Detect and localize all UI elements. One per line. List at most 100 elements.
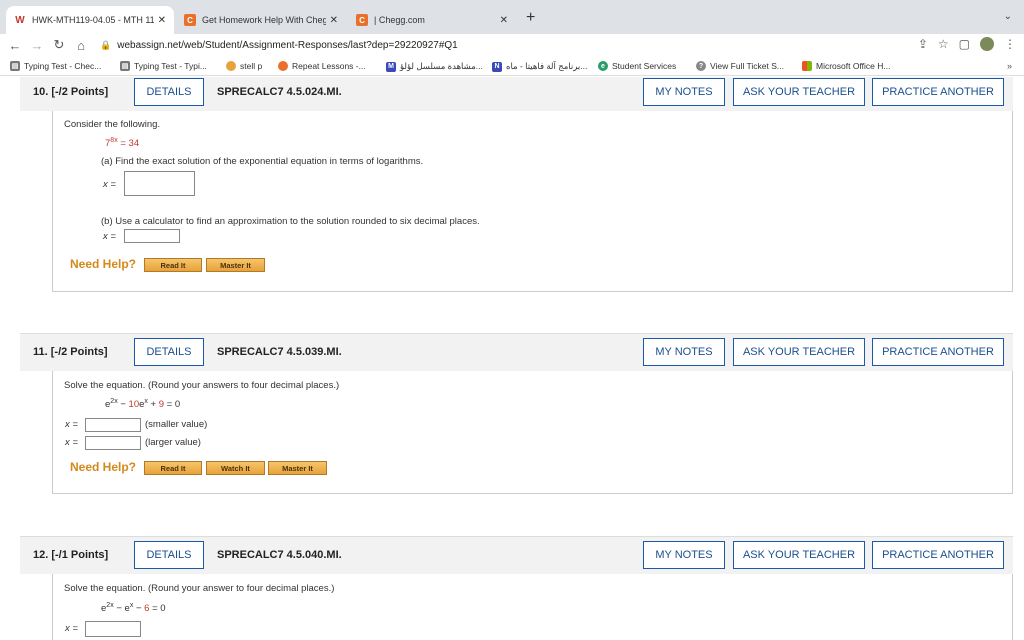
chegg-icon: C bbox=[184, 14, 196, 26]
question-number: 12. [-/1 Points] bbox=[33, 549, 109, 561]
student-services-icon: e bbox=[598, 61, 608, 71]
bookmark-item[interactable]: Repeat Lessons -... bbox=[278, 61, 366, 71]
question-intro: Solve the equation. (Round your answer t… bbox=[64, 583, 335, 594]
tab-strip: W HWK-MTH119-04.05 - MTH 11 ✕ C Get Home… bbox=[0, 0, 1024, 34]
equation: 78x = 34 bbox=[105, 137, 140, 150]
x-label: x = bbox=[103, 231, 116, 242]
browser-toolbar: ← → ↻ ⌂ 🔒 webassign.net/web/Student/Assi… bbox=[0, 34, 1024, 56]
ask-teacher-button[interactable]: ASK YOUR TEACHER bbox=[733, 78, 865, 106]
tab-title: Get Homework Help With Chegg bbox=[202, 15, 326, 25]
details-button[interactable]: DETAILS bbox=[134, 78, 204, 106]
answer-input-smaller[interactable] bbox=[85, 418, 141, 432]
question-body: Solve the equation. (Round your answer t… bbox=[52, 574, 1013, 640]
details-button[interactable]: DETAILS bbox=[134, 541, 204, 569]
details-button[interactable]: DETAILS bbox=[134, 338, 204, 366]
home-icon[interactable]: ⌂ bbox=[70, 38, 92, 53]
question-code: SPRECALC7 4.5.040.MI. bbox=[217, 549, 342, 561]
chevron-down-icon[interactable]: ⌄ bbox=[1004, 11, 1012, 22]
tab-webassign[interactable]: W HWK-MTH119-04.05 - MTH 11 ✕ bbox=[6, 6, 174, 34]
bookmark-icon bbox=[278, 61, 288, 71]
read-it-button[interactable]: Read It bbox=[144, 461, 202, 475]
need-help-label: Need Help? bbox=[70, 257, 137, 271]
typing-icon: ▤ bbox=[10, 61, 20, 71]
bookmark-item[interactable]: ▤ Typing Test - Chec... bbox=[10, 61, 101, 71]
question-header: 11. [-/2 Points] DETAILS SPRECALC7 4.5.0… bbox=[20, 333, 1013, 371]
sidebar-icon[interactable]: ▢ bbox=[959, 37, 970, 51]
bookmark-item[interactable]: e Student Services bbox=[598, 61, 676, 71]
x-label: x = bbox=[65, 437, 78, 448]
microsoft-icon bbox=[802, 61, 812, 71]
bookmark-item[interactable]: ? View Full Ticket S... bbox=[696, 61, 784, 71]
answer-input[interactable] bbox=[85, 621, 141, 637]
equation: e2x − 10ex + 9 = 0 bbox=[105, 398, 181, 411]
question-intro: Consider the following. bbox=[64, 119, 161, 130]
question-body: Consider the following. 78x = 34 (a) Fin… bbox=[52, 111, 1013, 292]
watch-it-button[interactable]: Watch It bbox=[206, 461, 265, 475]
share-icon[interactable]: ⇪ bbox=[918, 37, 928, 51]
typing-icon: ▤ bbox=[120, 61, 130, 71]
tab-title: HWK-MTH119-04.05 - MTH 11 bbox=[32, 15, 154, 25]
m-icon: M bbox=[386, 61, 396, 72]
bookmark-item[interactable]: N برنامج آلة فاهيتا - ماه... bbox=[492, 61, 587, 72]
question-intro: Solve the equation. (Round your answers … bbox=[64, 380, 340, 391]
n-icon: N bbox=[492, 61, 502, 72]
read-it-button[interactable]: Read It bbox=[144, 258, 202, 272]
reload-icon[interactable]: ↻ bbox=[48, 37, 70, 53]
close-icon[interactable]: ✕ bbox=[500, 15, 508, 26]
my-notes-button[interactable]: MY NOTES bbox=[643, 78, 725, 106]
x-label: x = bbox=[65, 419, 78, 430]
ticket-icon: ? bbox=[696, 61, 706, 71]
smaller-value-label: (smaller value) bbox=[145, 419, 208, 430]
tab-chegg[interactable]: C | Chegg.com ✕ bbox=[348, 6, 516, 34]
avatar[interactable] bbox=[980, 37, 994, 51]
bookmark-item[interactable]: Microsoft Office H... bbox=[802, 61, 890, 71]
question-number: 11. [-/2 Points] bbox=[33, 346, 108, 358]
close-icon[interactable]: ✕ bbox=[330, 15, 338, 26]
question-header: 10. [-/2 Points] DETAILS SPRECALC7 4.5.0… bbox=[20, 77, 1013, 111]
answer-input-larger[interactable] bbox=[85, 436, 141, 450]
need-help-label: Need Help? bbox=[70, 460, 137, 474]
webassign-icon: W bbox=[14, 14, 26, 26]
question-code: SPRECALC7 4.5.039.MI. bbox=[217, 346, 342, 358]
menu-icon[interactable]: ⋮ bbox=[1004, 37, 1016, 51]
question-header: 12. [-/1 Points] DETAILS SPRECALC7 4.5.0… bbox=[20, 536, 1013, 574]
bookmark-item[interactable]: ▤ Typing Test - Typi... bbox=[120, 61, 207, 71]
bookmark-item[interactable]: stell p bbox=[226, 61, 262, 71]
star-icon[interactable]: ☆ bbox=[938, 37, 949, 51]
forward-icon[interactable]: → bbox=[26, 38, 48, 53]
close-icon[interactable]: ✕ bbox=[158, 15, 166, 26]
ask-teacher-button[interactable]: ASK YOUR TEACHER bbox=[733, 541, 865, 569]
part-a-text: (a) Find the exact solution of the expon… bbox=[101, 156, 424, 167]
bookmark-item[interactable]: M مشاهدة مسلسل لؤلؤ... bbox=[386, 61, 483, 72]
page-content: 10. [-/2 Points] DETAILS SPRECALC7 4.5.0… bbox=[0, 77, 1024, 640]
question-body: Solve the equation. (Round your answers … bbox=[52, 371, 1013, 494]
x-label: x = bbox=[103, 179, 116, 190]
address-bar[interactable]: 🔒 webassign.net/web/Student/Assignment-R… bbox=[100, 36, 980, 54]
bookmarks-bar: ▤ Typing Test - Chec... ▤ Typing Test - Ty… bbox=[0, 58, 1024, 76]
back-icon[interactable]: ← bbox=[4, 38, 26, 53]
tab-chegg-help[interactable]: C Get Homework Help With Chegg ✕ bbox=[176, 6, 346, 34]
more-bookmarks-icon[interactable]: » bbox=[1007, 61, 1012, 71]
larger-value-label: (larger value) bbox=[145, 437, 201, 448]
answer-input-b[interactable] bbox=[124, 229, 180, 243]
bookmark-icon bbox=[226, 61, 236, 71]
master-it-button[interactable]: Master It bbox=[206, 258, 265, 272]
question-number: 10. [-/2 Points] bbox=[33, 86, 109, 98]
tab-title: | Chegg.com bbox=[374, 15, 425, 25]
my-notes-button[interactable]: MY NOTES bbox=[643, 338, 725, 366]
part-b-text: (b) Use a calculator to find an approxim… bbox=[101, 216, 480, 227]
question-code: SPRECALC7 4.5.024.MI. bbox=[217, 86, 342, 98]
x-label: x = bbox=[65, 623, 78, 634]
my-notes-button[interactable]: MY NOTES bbox=[643, 541, 725, 569]
equation: e2x − ex − 6 = 0 bbox=[101, 602, 166, 615]
practice-another-button[interactable]: PRACTICE ANOTHER bbox=[872, 338, 1004, 366]
chegg-icon: C bbox=[356, 14, 368, 26]
answer-input-a[interactable] bbox=[124, 171, 195, 196]
new-tab-button[interactable]: + bbox=[526, 9, 535, 27]
lock-icon: 🔒 bbox=[100, 39, 112, 50]
master-it-button[interactable]: Master It bbox=[268, 461, 327, 475]
practice-another-button[interactable]: PRACTICE ANOTHER bbox=[872, 541, 1004, 569]
practice-another-button[interactable]: PRACTICE ANOTHER bbox=[872, 78, 1004, 106]
url-text: webassign.net/web/Student/Assignment-Res… bbox=[117, 39, 458, 51]
ask-teacher-button[interactable]: ASK YOUR TEACHER bbox=[733, 338, 865, 366]
